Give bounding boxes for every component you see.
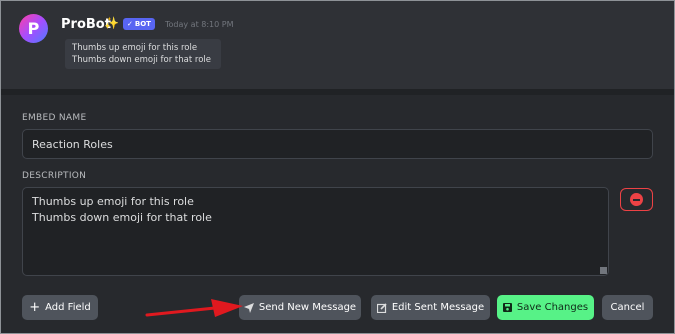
send-new-message-button[interactable]: Send New Message [239, 295, 361, 320]
edit-icon [376, 302, 387, 313]
edit-sent-message-button[interactable]: Edit Sent Message [371, 295, 490, 320]
send-new-message-label: Send New Message [258, 302, 357, 313]
resize-handle[interactable] [600, 267, 607, 274]
send-icon [243, 302, 254, 313]
sparkle-emoji: ✨ [104, 16, 119, 30]
bot-badge: ✓ BOT [123, 18, 155, 30]
save-changes-label: Save Changes [516, 302, 589, 313]
divider [1, 89, 674, 95]
embed-name-value: Reaction Roles [32, 137, 113, 151]
cancel-label: Cancel [610, 302, 645, 313]
embed-preview: Thumbs up emoji for this role Thumbs dow… [65, 39, 221, 69]
message-preview: P ProBot ✨ ✓ BOT Today at 8:10 PM Thumbs… [1, 1, 674, 89]
embed-editor: EMBED NAME Reaction Roles DESCRIPTION Th… [1, 89, 674, 333]
description-label: DESCRIPTION [22, 171, 87, 181]
bot-badge-label: BOT [134, 20, 151, 28]
description-value: Thumbs up emoji for this role Thumbs dow… [32, 195, 212, 224]
minus-circle-icon [630, 193, 643, 206]
embed-preview-line: Thumbs down emoji for that role [72, 55, 211, 65]
add-field-label: Add Field [45, 302, 91, 313]
message-timestamp: Today at 8:10 PM [165, 20, 234, 29]
embed-name-label: EMBED NAME [22, 113, 87, 123]
verified-check-icon: ✓ [127, 20, 133, 28]
remove-description-button[interactable] [620, 188, 653, 211]
save-changes-button[interactable]: Save Changes [497, 295, 594, 320]
annotation-arrow-icon [145, 299, 243, 317]
embed-name-input[interactable]: Reaction Roles [22, 129, 653, 159]
edit-sent-message-label: Edit Sent Message [391, 302, 485, 313]
cancel-button[interactable]: Cancel [602, 295, 653, 320]
avatar-letter: P [27, 18, 40, 38]
add-field-button[interactable]: + Add Field [22, 295, 98, 320]
bot-avatar[interactable]: P [19, 14, 48, 43]
plus-icon: + [29, 299, 41, 315]
embed-preview-line: Thumbs up emoji for this role [72, 43, 198, 53]
description-textarea[interactable]: Thumbs up emoji for this role Thumbs dow… [22, 187, 609, 276]
save-icon [502, 303, 512, 312]
